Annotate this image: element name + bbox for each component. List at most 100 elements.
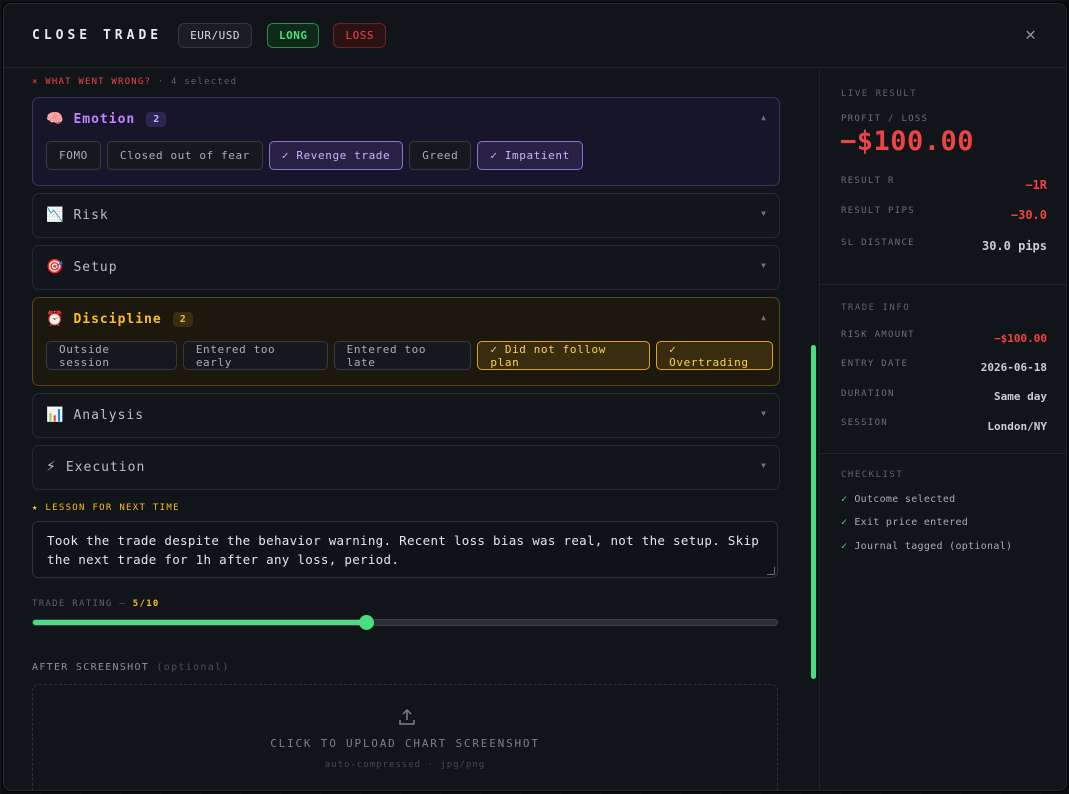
- category-emotion-toggle[interactable]: 🧠 Emotion 2: [46, 98, 167, 140]
- checkmark-icon: ✓: [841, 517, 848, 528]
- tag-overtrading[interactable]: ✓ Overtrading: [656, 341, 773, 370]
- category-name: Setup: [73, 259, 118, 275]
- selected-count: · 4 selected: [157, 77, 238, 87]
- chevron-down-icon[interactable]: ▼: [761, 409, 766, 418]
- session-value: London/NY: [987, 420, 1047, 433]
- risk-amount-value: −$100.00: [994, 332, 1047, 345]
- direction-badge: LONG: [266, 23, 320, 48]
- checklist-item-label: Journal tagged (optional): [854, 541, 1013, 552]
- emotion-tags: FOMO Closed out of fear ✓ Revenge trade …: [46, 141, 589, 170]
- chart-down-icon: 📉: [46, 207, 65, 223]
- tag-revenge-trade[interactable]: ✓ Revenge trade: [268, 141, 404, 170]
- tag-entered-too-late[interactable]: Entered too late: [333, 341, 472, 370]
- category-discipline-toggle[interactable]: ⏰ Discipline 2: [46, 298, 193, 340]
- category-name: Discipline: [73, 311, 162, 327]
- rating-slider-handle[interactable]: [359, 615, 374, 630]
- risk-amount-label: RISK AMOUNT: [841, 330, 915, 340]
- optional-hint: (optional): [156, 662, 230, 673]
- bar-chart-icon: 📊: [46, 407, 65, 423]
- chevron-up-icon[interactable]: ▲: [761, 313, 766, 322]
- pnl-label: PROFIT / LOSS: [841, 114, 929, 124]
- checklist-item: ✓ Outcome selected: [841, 494, 955, 505]
- resize-handle-icon[interactable]: [767, 567, 775, 575]
- result-pips-value: −30.0: [1010, 208, 1047, 222]
- divider: [820, 284, 1066, 285]
- category-risk[interactable]: 📉 Risk ▼: [32, 193, 780, 238]
- chevron-down-icon[interactable]: ▼: [761, 461, 766, 470]
- discipline-tags: Outside session Entered too early Entere…: [46, 341, 779, 370]
- checklist-title: CHECKLIST: [841, 470, 904, 480]
- trade-info-title: TRADE INFO: [841, 303, 911, 313]
- result-r-value: −1R: [1025, 178, 1047, 192]
- journal-form[interactable]: × WHAT WENT WRONG? · 4 selected 🧠 Emotio…: [4, 68, 820, 790]
- lightning-icon: ⚡: [46, 459, 57, 475]
- entry-date-value: 2026-06-18: [980, 361, 1047, 374]
- category-name: Emotion: [73, 111, 136, 127]
- tag-did-not-follow-plan[interactable]: ✓ Did not follow plan: [477, 341, 651, 370]
- sl-distance-label: SL DISTANCE: [841, 238, 915, 248]
- upload-icon: [397, 707, 417, 731]
- duration-value: Same day: [994, 390, 1047, 403]
- category-setup[interactable]: 🎯 Setup ▼: [32, 245, 780, 290]
- what-went-wrong-label: × WHAT WENT WRONG?: [32, 77, 152, 87]
- target-icon: 🎯: [46, 259, 65, 275]
- tag-impatient[interactable]: ✓ Impatient: [477, 141, 583, 170]
- screenshot-upload-dropzone[interactable]: CLICK TO UPLOAD CHART SCREENSHOT auto-co…: [32, 684, 778, 790]
- chevron-down-icon[interactable]: ▼: [761, 261, 766, 270]
- modal-header: CLOSE TRADE EUR/USD LONG LOSS ✕: [4, 4, 1066, 68]
- chevron-down-icon[interactable]: ▼: [761, 209, 766, 218]
- tag-outside-session[interactable]: Outside session: [46, 341, 177, 370]
- lesson-text: Took the trade despite the behavior warn…: [47, 533, 760, 567]
- upload-cta: CLICK TO UPLOAD CHART SCREENSHOT: [270, 737, 540, 750]
- scrollbar[interactable]: [811, 345, 816, 679]
- category-emotion: 🧠 Emotion 2 ▲ FOMO Closed out of fear ✓ …: [32, 97, 780, 186]
- screenshot-label-text: AFTER SCREENSHOT: [32, 662, 150, 673]
- summary-panel: LIVE RESULT PROFIT / LOSS −$100.00 RESUL…: [820, 68, 1066, 790]
- rating-slider[interactable]: [32, 615, 778, 630]
- brain-icon: 🧠: [46, 111, 65, 127]
- category-name: Execution: [65, 459, 146, 475]
- lesson-textarea[interactable]: Took the trade despite the behavior warn…: [32, 521, 778, 578]
- category-name: Analysis: [73, 407, 145, 423]
- checklist-item: ✓ Exit price entered: [841, 517, 968, 528]
- result-r-label: RESULT R: [841, 176, 895, 186]
- category-execution[interactable]: ⚡ Execution ▼: [32, 445, 780, 490]
- pair-badge: EUR/USD: [178, 23, 252, 48]
- checklist-item-label: Outcome selected: [854, 494, 956, 505]
- checkmark-icon: ✓: [841, 494, 848, 505]
- rating-value: 5/10: [132, 599, 160, 609]
- close-trade-modal: CLOSE TRADE EUR/USD LONG LOSS ✕ × WHAT W…: [3, 3, 1067, 791]
- duration-label: DURATION: [841, 389, 895, 399]
- outcome-badge: LOSS: [333, 23, 386, 48]
- pnl-value: −$100.00: [840, 126, 975, 157]
- session-label: SESSION: [841, 418, 889, 428]
- tag-entered-too-early[interactable]: Entered too early: [182, 341, 328, 370]
- close-icon[interactable]: ✕: [1025, 24, 1036, 45]
- category-count-badge: 2: [172, 311, 193, 327]
- screenshot-label: AFTER SCREENSHOT (optional): [32, 662, 230, 673]
- checkmark-icon: ✓: [841, 541, 848, 552]
- checklist-item-label: Exit price entered: [854, 517, 969, 528]
- tag-fomo[interactable]: FOMO: [46, 141, 101, 170]
- tag-closed-out-of-fear[interactable]: Closed out of fear: [106, 141, 263, 170]
- category-discipline: ⏰ Discipline 2 ▲ Outside session Entered…: [32, 297, 780, 386]
- checklist-item: ✓ Journal tagged (optional): [841, 541, 1012, 552]
- tag-greed[interactable]: Greed: [409, 141, 472, 170]
- entry-date-label: ENTRY DATE: [841, 359, 909, 369]
- category-name: Risk: [73, 207, 109, 223]
- live-result-title: LIVE RESULT: [841, 89, 918, 99]
- rating-slider-fill: [33, 620, 366, 625]
- upload-subtext: auto-compressed · jpg/png: [324, 760, 486, 770]
- lesson-label: ★ LESSON FOR NEXT TIME: [32, 503, 180, 513]
- divider: [820, 453, 1066, 454]
- rating-label: TRADE RATING — 5/10: [32, 599, 160, 609]
- modal-title: CLOSE TRADE: [32, 28, 163, 43]
- sl-distance-value: 30.0 pips: [981, 239, 1047, 253]
- result-pips-label: RESULT PIPS: [841, 206, 915, 216]
- what-went-wrong-header: × WHAT WENT WRONG? · 4 selected: [32, 77, 237, 87]
- rating-label-text: TRADE RATING —: [32, 599, 127, 609]
- category-analysis[interactable]: 📊 Analysis ▼: [32, 393, 780, 438]
- alarm-clock-icon: ⏰: [46, 311, 65, 327]
- category-count-badge: 2: [146, 111, 167, 127]
- chevron-up-icon[interactable]: ▲: [761, 113, 766, 122]
